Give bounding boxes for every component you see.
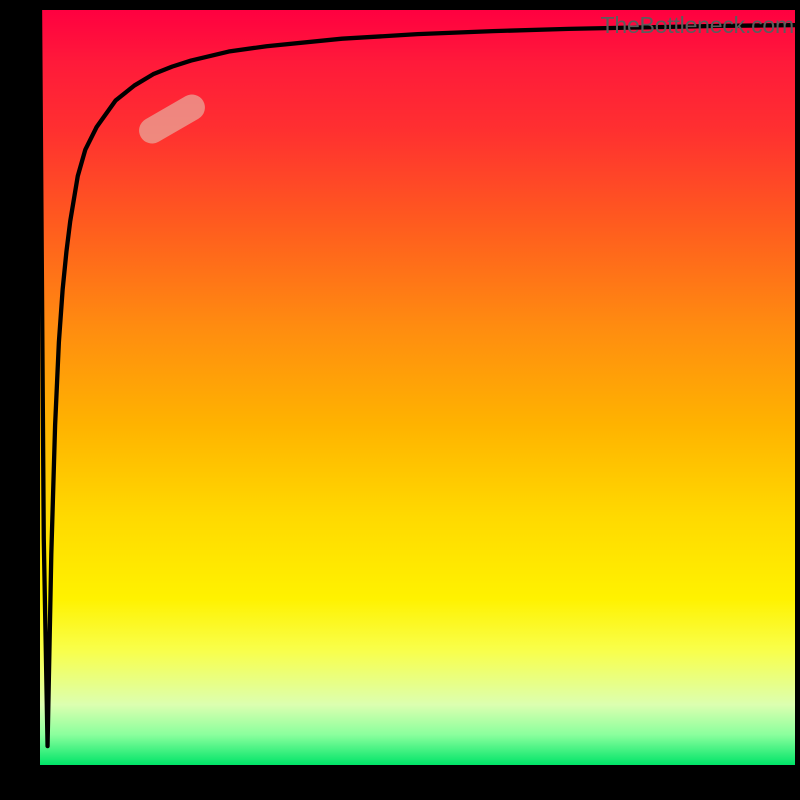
- chart-frame: TheBottleneck.com: [0, 0, 800, 800]
- plot-area: [40, 10, 795, 765]
- attribution-text: TheBottleneck.com: [601, 12, 794, 39]
